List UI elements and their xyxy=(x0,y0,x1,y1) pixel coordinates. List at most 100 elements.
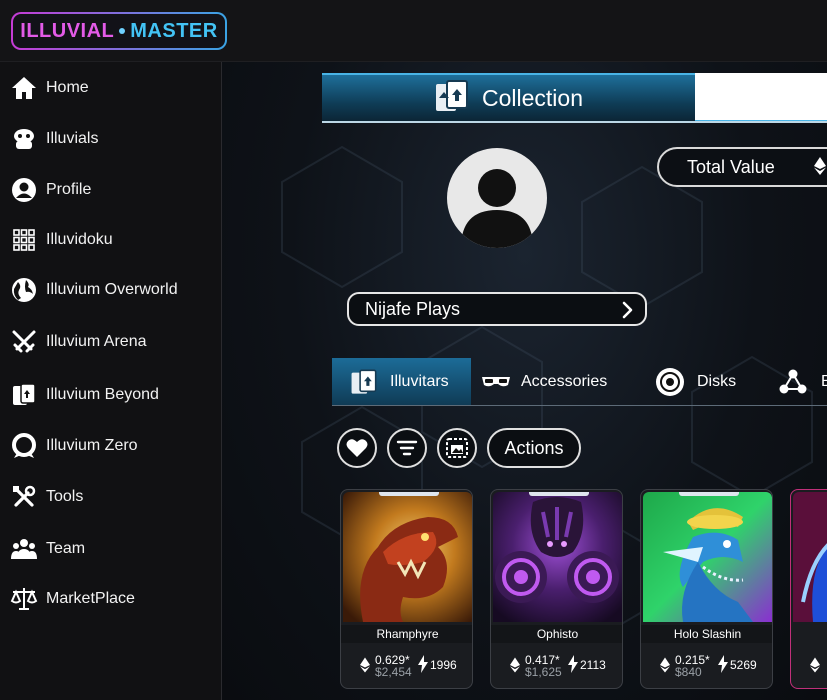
disk-icon xyxy=(655,367,685,397)
sidebar-item-illuvials[interactable]: Illuvials xyxy=(0,119,222,159)
card-stats: 0.215* $840 5269 xyxy=(641,645,772,688)
actions-button[interactable]: Actions xyxy=(487,428,581,468)
sidebar-item-label: Illuvium Beyond xyxy=(46,386,159,403)
image-select-icon xyxy=(446,438,468,458)
sidebar-item-illuvium-arena[interactable]: Illuvium Arena xyxy=(0,322,222,362)
tools-icon xyxy=(10,483,38,511)
card-name: Rhamphyre xyxy=(341,625,472,643)
sidebar-item-illuvium-beyond[interactable]: Illuvium Beyond xyxy=(0,375,222,415)
card-art-rhamphyre xyxy=(343,492,472,622)
card-notch xyxy=(379,492,439,496)
username-label: Nijafe Plays xyxy=(365,298,461,319)
eth-icon xyxy=(660,657,670,678)
favorites-button[interactable] xyxy=(337,428,377,468)
total-value-label: Total Value xyxy=(687,156,775,177)
sidebar-item-team[interactable]: Team xyxy=(0,529,222,569)
total-value-pill[interactable]: Total Value xyxy=(657,147,827,187)
eth-icon xyxy=(810,657,820,678)
subtab-more[interactable]: B xyxy=(779,358,827,406)
image-view-button[interactable] xyxy=(437,428,477,468)
illuvitar-card[interactable] xyxy=(790,489,827,689)
sidebar-item-label: Team xyxy=(46,540,86,557)
subtab-label: Disks xyxy=(697,373,737,390)
creature-icon xyxy=(10,125,38,153)
illuvitar-card[interactable]: Ophisto 0.417* $1,625 2113 xyxy=(490,489,623,689)
card-power: 1996 xyxy=(430,658,457,672)
collection-subtabs: Illuvitars Accessories Disks B xyxy=(332,358,827,406)
card-name: Ophisto xyxy=(491,625,622,643)
subtab-disks[interactable]: Disks xyxy=(655,358,745,406)
eth-icon xyxy=(814,157,826,180)
subtab-label: Illuvitars xyxy=(390,373,449,390)
scale-icon xyxy=(10,585,38,613)
logo-dot xyxy=(119,28,126,34)
profile-avatar xyxy=(447,148,547,248)
card-art-ophisto xyxy=(493,492,622,622)
sidebar-item-label: Illuvidoku xyxy=(46,231,113,248)
illuvitar-card[interactable]: Holo Slashin 0.215* $840 5269 xyxy=(640,489,773,689)
subtab-label: Accessories xyxy=(521,373,608,390)
main-content: Collection Total Value Nijafe Plays Illu… xyxy=(222,62,827,700)
sidebar-item-label: MarketPlace xyxy=(46,590,135,607)
app-logo[interactable]: ILLUVIAL MASTER xyxy=(11,12,227,50)
user-silhouette-icon xyxy=(461,169,533,248)
sidebar-item-illuvidoku[interactable]: Illuvidoku xyxy=(0,220,222,260)
sidebar-item-label: Illuvium Zero xyxy=(46,437,138,454)
card-notch xyxy=(529,492,589,496)
home-icon xyxy=(10,74,38,102)
grid-icon xyxy=(10,226,38,254)
bolt-icon xyxy=(417,655,429,678)
sidebar-item-home[interactable]: Home xyxy=(0,68,222,108)
sidebar-item-marketplace[interactable]: MarketPlace xyxy=(0,579,222,619)
card-art-holo-slashin xyxy=(643,492,772,622)
subtab-illuvitars[interactable]: Illuvitars xyxy=(332,358,471,406)
zero-ring-icon xyxy=(10,432,38,460)
chevron-right-icon xyxy=(621,301,635,324)
cards-icon xyxy=(434,78,470,119)
subtab-accessories[interactable]: Accessories xyxy=(481,358,631,406)
crossed-swords-icon xyxy=(10,328,38,356)
sidebar-item-label: Illuvials xyxy=(46,130,99,147)
card-stats: 0.417* $1,625 2113 xyxy=(491,645,622,688)
card-usd-price: $840 xyxy=(675,665,702,679)
card-power: 5269 xyxy=(730,658,757,672)
illuvitar-card[interactable]: Rhamphyre 0.629* $2,454 1996 xyxy=(340,489,473,689)
filter-button[interactable] xyxy=(387,428,427,468)
card-art-partial xyxy=(793,492,827,622)
heart-icon xyxy=(346,438,368,458)
cards-icon xyxy=(10,381,38,409)
card-power: 2113 xyxy=(580,658,606,672)
goggles-icon xyxy=(481,374,511,390)
sidebar-item-label: Profile xyxy=(46,181,92,198)
card-stats: 0.629* $2,454 1996 xyxy=(341,645,472,688)
filter-icon xyxy=(396,439,418,457)
logo-left-text: ILLUVIAL xyxy=(20,19,115,42)
sidebar-item-tools[interactable]: Tools xyxy=(0,477,222,517)
tab-collection-label: Collection xyxy=(482,85,583,111)
globe-icon xyxy=(10,276,38,304)
subtab-label: B xyxy=(821,373,827,390)
card-usd-price: $1,625 xyxy=(525,665,562,679)
eth-icon xyxy=(510,657,520,678)
team-icon xyxy=(10,535,38,563)
eth-icon xyxy=(360,657,370,678)
card-stats xyxy=(791,645,827,688)
top-bar: ILLUVIAL MASTER xyxy=(0,0,827,62)
logo-text: ILLUVIAL MASTER xyxy=(13,14,225,48)
tab-collection[interactable]: Collection xyxy=(322,73,695,122)
sidebar-item-label: Illuvium Arena xyxy=(46,333,147,350)
tab-next[interactable] xyxy=(695,73,827,122)
cards-icon xyxy=(350,368,378,396)
sidebar-item-illuvium-zero[interactable]: Illuvium Zero xyxy=(0,426,222,466)
logo-right-text: MASTER xyxy=(130,19,218,42)
username-button[interactable]: Nijafe Plays xyxy=(347,292,647,326)
card-usd-price: $2,454 xyxy=(375,665,412,679)
sidebar-item-label: Tools xyxy=(46,488,84,505)
sidebar-item-illuvium-overworld[interactable]: Illuvium Overworld xyxy=(0,270,222,310)
tab-underline xyxy=(322,121,827,123)
sidebar-item-label: Home xyxy=(46,79,89,96)
card-name: Holo Slashin xyxy=(641,625,772,643)
sidebar-item-profile[interactable]: Profile xyxy=(0,170,222,210)
bolt-icon xyxy=(567,655,579,678)
sidebar-item-label: Illuvium Overworld xyxy=(46,281,178,298)
